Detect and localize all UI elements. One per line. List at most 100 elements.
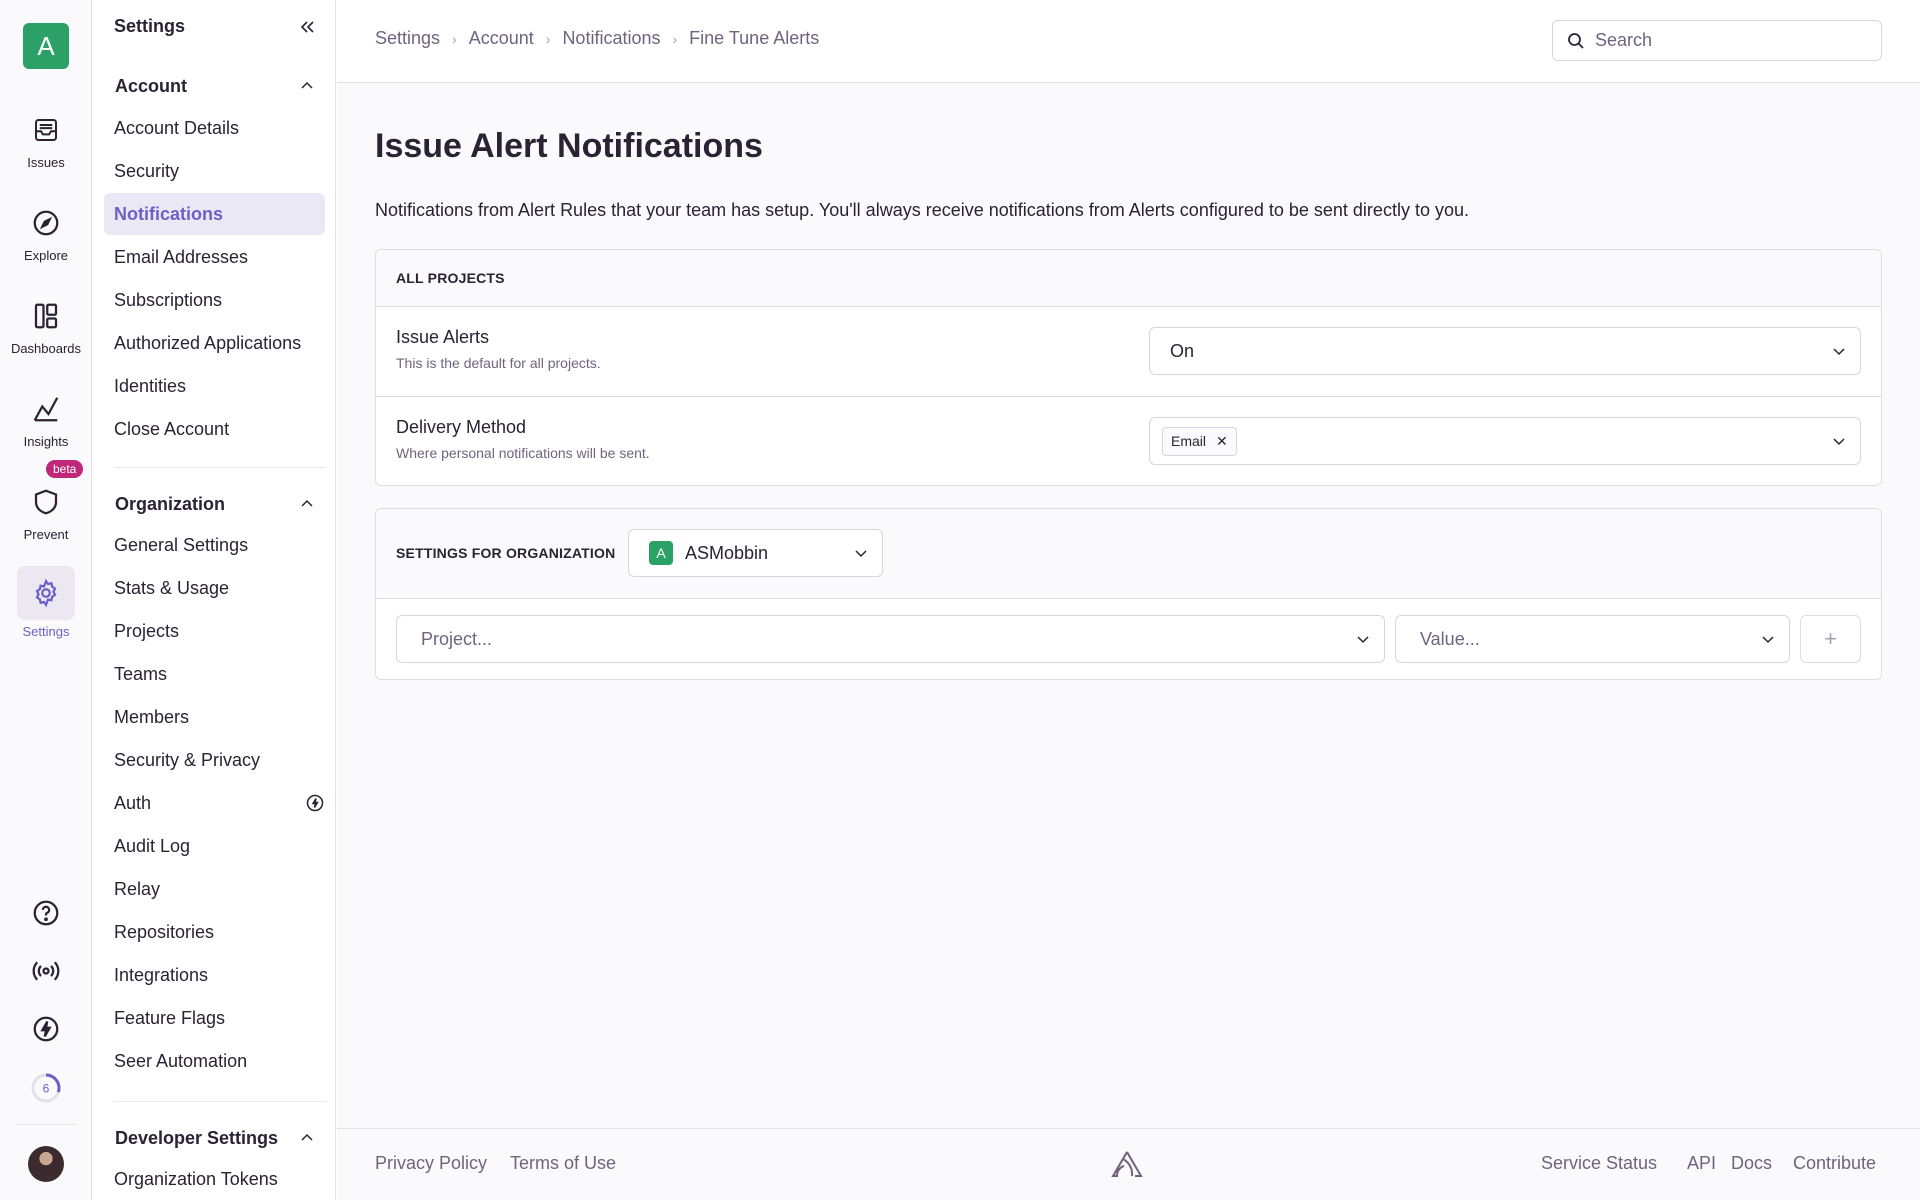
delivery-tag-label: Email [1171, 433, 1207, 449]
page-title: Issue Alert Notifications [375, 127, 763, 165]
delivery-method-row: Delivery Method Where personal notificat… [376, 397, 1881, 485]
delivery-method-select[interactable]: Email ✕ [1149, 417, 1861, 465]
section-developer-toggle[interactable]: Developer Settings [115, 1128, 315, 1149]
breadcrumb: Settings › Account › Notifications › Fin… [375, 28, 819, 49]
org-settings-heading: SETTINGS FOR ORGANIZATION [396, 545, 616, 561]
org-select-value: ASMobbin [685, 542, 769, 563]
sidebar-item-members[interactable]: Members [114, 696, 338, 738]
sidebar-item-email-addresses[interactable]: Email Addresses [114, 236, 338, 278]
inbox-icon [35, 119, 57, 141]
chevron-down-icon [1357, 636, 1369, 644]
sidebar-item-feature-flags[interactable]: Feature Flags [114, 997, 338, 1039]
shield-icon [34, 489, 58, 515]
footer-terms-of-use[interactable]: Terms of Use [510, 1153, 616, 1174]
section-account-heading: Account [115, 76, 187, 96]
page-header: Settings › Account › Notifications › Fin… [337, 0, 1920, 83]
delivery-method-label: Delivery Method [396, 417, 527, 437]
settings-sidebar: Settings Account Account Details Securit… [92, 0, 336, 1200]
nav-insights[interactable]: Insights [0, 382, 92, 449]
nav-issues-label: Issues [27, 155, 65, 170]
sidebar-item-account-details[interactable]: Account Details [114, 107, 338, 149]
help-icon[interactable] [29, 896, 63, 930]
project-select[interactable]: Project... [396, 615, 1385, 663]
issue-alerts-value: On [1170, 340, 1195, 361]
search-input[interactable] [1595, 30, 1855, 51]
sidebar-item-subscriptions[interactable]: Subscriptions [114, 279, 338, 321]
issue-alerts-label: Issue Alerts [396, 327, 490, 347]
footer-service-status[interactable]: Service Status [1541, 1153, 1657, 1174]
sidebar-item-authorized-applications[interactable]: Authorized Applications [114, 322, 338, 364]
footer-privacy-policy[interactable]: Privacy Policy [375, 1153, 487, 1174]
add-setting-button[interactable]: + [1800, 615, 1861, 663]
sidebar-item-auth[interactable]: Auth [114, 782, 338, 824]
org-select[interactable]: A ASMobbin [628, 529, 883, 577]
sidebar-title: Settings [114, 16, 186, 36]
sidebar-item-relay[interactable]: Relay [114, 868, 338, 910]
page-footer: Privacy Policy Terms of Use Service Stat… [337, 1128, 1920, 1200]
sidebar-item-seer-automation[interactable]: Seer Automation [114, 1040, 338, 1082]
dashboard-icon [34, 303, 58, 329]
section-organization-heading: Organization [115, 494, 226, 514]
nav-settings[interactable]: Settings [0, 566, 92, 639]
collapse-sidebar-button[interactable] [294, 14, 320, 40]
remove-tag-icon[interactable]: ✕ [1216, 433, 1228, 450]
chevron-right-icon: › [545, 30, 551, 47]
sidebar-item-close-account[interactable]: Close Account [114, 408, 338, 450]
chevron-up-icon [301, 1133, 313, 1141]
search-box[interactable] [1552, 20, 1882, 61]
double-chevron-left-icon [300, 21, 314, 33]
delivery-tag: Email ✕ [1162, 426, 1237, 456]
search-icon [1568, 32, 1584, 49]
all-projects-heading: ALL PROJECTS [396, 270, 505, 286]
issue-alerts-select[interactable]: On [1149, 327, 1861, 375]
value-select[interactable]: Value... [1395, 615, 1790, 663]
sidebar-item-audit-log[interactable]: Audit Log [114, 825, 338, 867]
sidebar-divider [114, 467, 326, 468]
nav-issues[interactable]: Issues [0, 103, 92, 170]
page-description: Notifications from Alert Rules that your… [375, 200, 1469, 220]
sidebar-item-teams[interactable]: Teams [114, 653, 338, 695]
sidebar-item-security-privacy[interactable]: Security & Privacy [114, 739, 338, 781]
chevron-down-icon [1833, 438, 1845, 446]
sidebar-item-projects[interactable]: Projects [114, 610, 338, 652]
nav-settings-label: Settings [22, 624, 70, 639]
org-avatar[interactable]: A [23, 23, 69, 69]
chart-icon [33, 397, 59, 422]
sidebar-item-auth-label: Auth [114, 793, 152, 813]
sidebar-item-stats-usage[interactable]: Stats & Usage [114, 567, 338, 609]
breadcrumb-settings[interactable]: Settings [375, 28, 440, 49]
section-account-toggle[interactable]: Account [115, 76, 315, 97]
nav-prevent[interactable]: Prevent [0, 475, 92, 542]
breadcrumb-notifications[interactable]: Notifications [562, 28, 660, 49]
onboarding-count: 6 [43, 1082, 50, 1096]
chevron-up-icon [301, 81, 313, 89]
nav-explore[interactable]: Explore [0, 196, 92, 263]
sidebar-item-notifications[interactable]: Notifications [104, 193, 325, 235]
sidebar-divider [114, 1101, 326, 1102]
section-organization-toggle[interactable]: Organization [115, 494, 315, 515]
footer-docs[interactable]: Docs [1731, 1153, 1772, 1174]
sidebar-item-identities[interactable]: Identities [114, 365, 338, 407]
broadcast-icon[interactable] [29, 954, 63, 988]
sidebar-item-security[interactable]: Security [114, 150, 338, 192]
nav-dashboards[interactable]: Dashboards [0, 289, 92, 356]
org-settings-panel: SETTINGS FOR ORGANIZATION A ASMobbin Pro… [375, 508, 1882, 680]
lightning-icon[interactable] [29, 1012, 63, 1046]
section-developer-heading: Developer Settings [115, 1128, 279, 1148]
beta-badge: beta [46, 460, 84, 478]
footer-api[interactable]: API [1687, 1153, 1716, 1174]
project-select-placeholder: Project... [421, 628, 493, 649]
sidebar-item-general-settings[interactable]: General Settings [114, 524, 338, 566]
sidebar-item-integrations[interactable]: Integrations [114, 954, 338, 996]
sidebar-item-repositories[interactable]: Repositories [114, 911, 338, 953]
footer-contribute[interactable]: Contribute [1793, 1153, 1876, 1174]
chevron-up-icon [301, 499, 313, 507]
main-content: Issue Alert Notifications Notifications … [337, 83, 1920, 1128]
upsell-lightning-icon [306, 794, 324, 812]
org-settings-header: SETTINGS FOR ORGANIZATION A ASMobbin [376, 509, 1881, 599]
sidebar-item-organization-tokens[interactable]: Organization Tokens [114, 1158, 338, 1200]
nav-prevent-label: Prevent [23, 527, 69, 542]
breadcrumb-account[interactable]: Account [469, 28, 534, 49]
onboarding-progress-ring[interactable]: 6 [30, 1072, 62, 1104]
user-avatar[interactable] [28, 1146, 64, 1182]
